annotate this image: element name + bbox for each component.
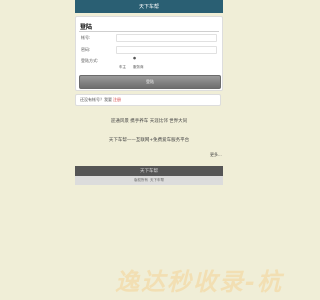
copyright-prefix: 版权所有	[134, 178, 148, 182]
slogan-secondary: 天下车帮——互联网+免费爱车服务平台	[108, 138, 190, 143]
account-label: 帐号:	[81, 35, 91, 40]
login-method-radio[interactable]: ●	[133, 56, 136, 60]
more-link[interactable]: 更多...	[210, 152, 222, 158]
login-method-label: 登陆方式:	[81, 58, 99, 63]
password-input[interactable]	[116, 46, 217, 54]
slogan-primary: 迎通风景 携手养车 天涯比邻 世界大同	[110, 119, 188, 124]
register-text: 还没有帐号？我要	[80, 97, 112, 102]
register-prompt: 还没有帐号？我要 注册	[75, 94, 221, 106]
login-card: 登陆 帐号: 密码: 登陆方式: ● 车主 服务商 登陆	[75, 16, 223, 91]
app-header: 天下车帮	[75, 0, 223, 13]
watermark-text: 逸达秒收录-杭	[115, 268, 283, 296]
title-divider	[79, 31, 219, 32]
account-input[interactable]	[116, 34, 217, 42]
app-title: 天下车帮	[138, 4, 159, 10]
footer-copyright: 版权所有 天下车帮	[75, 176, 223, 185]
login-button-label: 登陆	[146, 79, 154, 84]
password-label: 密码:	[81, 47, 91, 52]
login-button[interactable]: 登陆	[79, 75, 221, 89]
register-link[interactable]: 注册	[113, 97, 121, 103]
login-title: 登陆	[80, 24, 93, 31]
footer-bar: 天下车帮	[75, 166, 223, 176]
login-method-provider[interactable]: 服务商	[133, 65, 144, 70]
footer-title: 天下车帮	[140, 169, 158, 174]
login-method-owner[interactable]: 车主	[119, 65, 126, 70]
copyright-site: 天下车帮	[150, 178, 164, 182]
